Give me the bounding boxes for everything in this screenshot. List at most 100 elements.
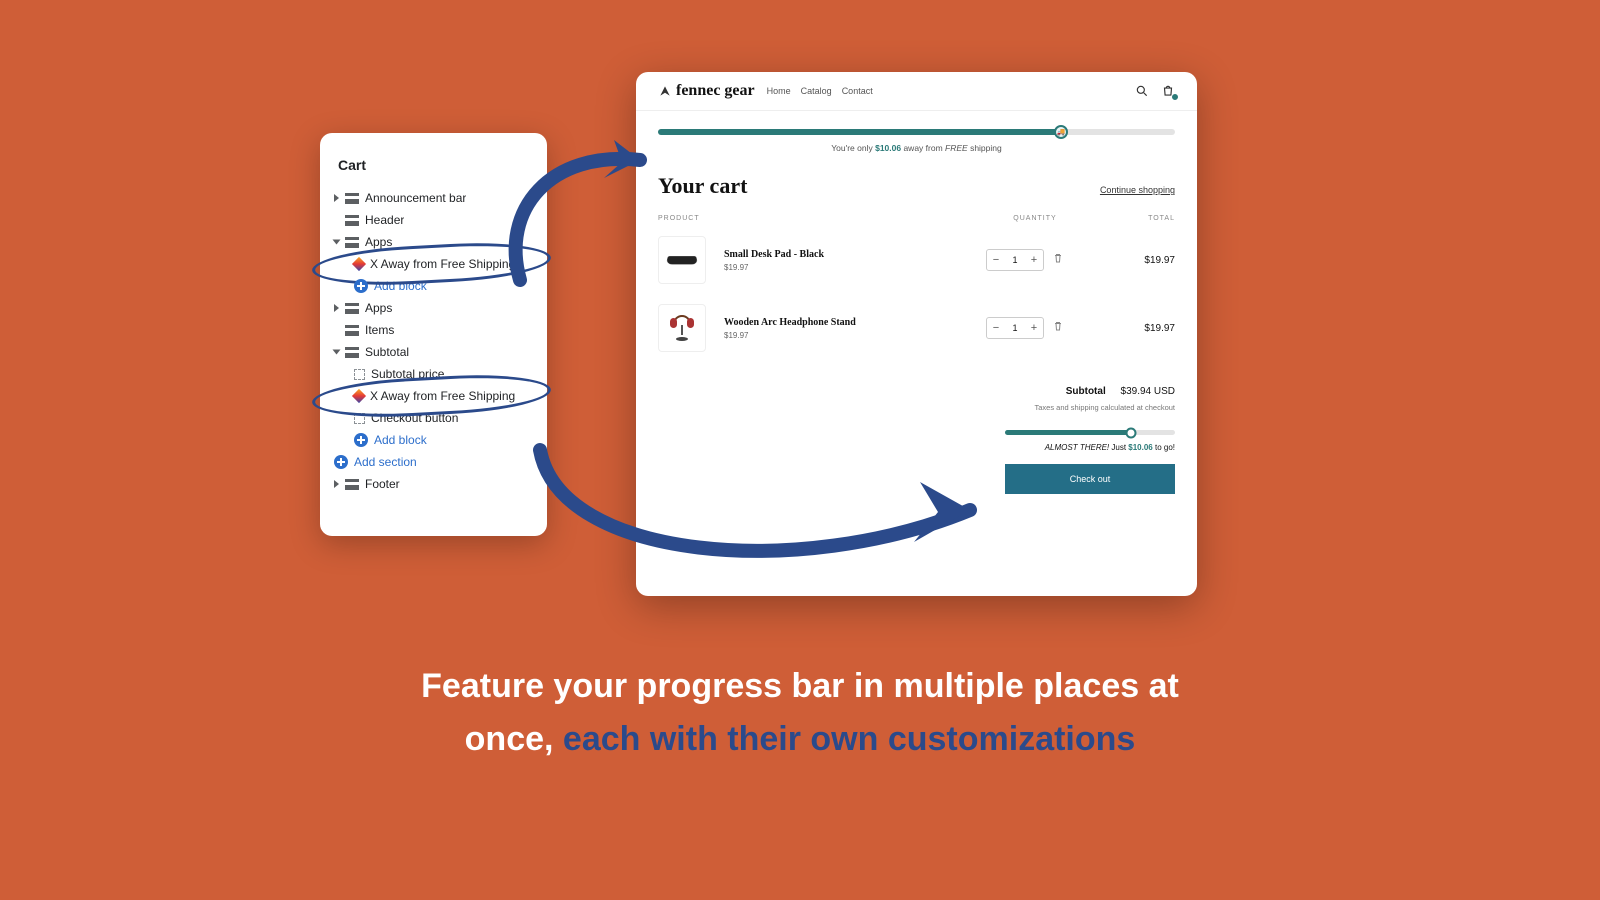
progress-fill [1005,430,1131,435]
block-subtotal-price[interactable]: Subtotal price [320,363,547,385]
qty-increase-button[interactable]: + [1025,322,1043,334]
col-total: TOTAL [1095,215,1175,222]
fox-icon [658,84,672,98]
product-unit-price: $19.97 [724,263,955,272]
section-label: Apps [365,301,392,315]
caption-sep: , [544,720,563,758]
caption-line-2b: each with their own customizations [563,720,1135,758]
product-thumb[interactable] [658,236,706,284]
block-checkout-button[interactable]: Checkout button [320,407,547,429]
progress-message-top: You're only $10.06 away from FREE shippi… [658,143,1175,153]
cart-columns: PRODUCT QUANTITY TOTAL [636,199,1197,226]
qty-value: 1 [1005,323,1025,333]
qty-value: 1 [1005,255,1025,265]
plus-circle-icon [334,455,348,469]
store-header: fennec gear Home Catalog Contact [636,72,1197,111]
qty-decrease-button[interactable]: − [987,254,1005,266]
qty-decrease-button[interactable]: − [987,322,1005,334]
msg-amount: $10.06 [875,143,901,153]
remove-item-button[interactable] [1052,319,1064,337]
section-label: Items [365,323,394,337]
nav-links: Home Catalog Contact [767,86,873,96]
truck-icon: 🚚 [1054,125,1068,139]
cart-heading-row: Your cart Continue shopping [636,159,1197,199]
remove-item-button[interactable] [1052,251,1064,269]
nav-catalog[interactable]: Catalog [801,86,832,96]
section-items[interactable]: Items [320,319,547,341]
cart-summary: Subtotal $39.94 USD Taxes and shipping c… [636,362,1197,510]
storefront-panel: fennec gear Home Catalog Contact 🚚 You'r… [636,72,1197,596]
caret-down-icon [333,350,341,355]
search-icon[interactable] [1135,84,1149,98]
msg-text: away from [901,143,945,153]
section-icon [345,303,359,314]
tax-note: Taxes and shipping calculated at checkou… [658,403,1175,412]
section-apps-1[interactable]: Apps [320,231,547,253]
section-header[interactable]: Header [320,209,547,231]
section-icon [345,237,359,248]
col-quantity: QUANTITY [975,215,1095,222]
progress-message-bottom: ALMOST THERE! Just $10.06 to go! [658,443,1175,452]
add-section-label: Add section [354,455,417,469]
theme-editor-panel: Cart Announcement bar Header Apps X Away… [320,133,547,536]
msg-text: Just [1109,443,1128,452]
block-icon [354,369,365,380]
product-name[interactable]: Small Desk Pad - Black [724,249,955,260]
plus-circle-icon [354,279,368,293]
quantity-stepper: − 1 + [986,317,1044,339]
section-announcement-bar[interactable]: Announcement bar [320,187,547,209]
product-name[interactable]: Wooden Arc Headphone Stand [724,317,955,328]
app-block-icon [352,389,366,403]
headphone-stand-art [673,315,691,341]
qty-increase-button[interactable]: + [1025,254,1043,266]
section-label: Header [365,213,404,227]
section-icon [345,479,359,490]
cart-icon[interactable] [1161,84,1175,98]
line-total: $19.97 [1095,255,1175,266]
block-label: X Away from Free Shipping [370,389,515,403]
app-block-icon [352,257,366,271]
section-label: Subtotal [365,345,409,359]
block-label: Checkout button [371,411,458,425]
checkout-button[interactable]: Check out [1005,464,1175,494]
block-x-away-1[interactable]: X Away from Free Shipping [320,253,547,275]
progress-knob-icon [1125,427,1136,438]
section-label: Announcement bar [365,191,466,205]
deskpad-art [666,256,698,264]
cart-badge [1171,93,1179,101]
section-apps-2[interactable]: Apps [320,297,547,319]
block-x-away-2[interactable]: X Away from Free Shipping [320,385,547,407]
product-thumb[interactable] [658,304,706,352]
col-product: PRODUCT [658,215,975,222]
section-footer[interactable]: Footer [320,473,547,495]
msg-text: shipping [968,143,1002,153]
nav-contact[interactable]: Contact [842,86,873,96]
cart-title: Your cart [658,173,747,199]
add-block-1[interactable]: Add block [320,275,547,297]
msg-em: FREE [945,143,968,153]
marketing-caption: Feature your progress bar in multiple pl… [0,660,1600,765]
brand-logo[interactable]: fennec gear [658,82,755,100]
product-unit-price: $19.97 [724,331,955,340]
nav-home[interactable]: Home [767,86,791,96]
progress-bar-bottom [1005,430,1175,435]
editor-title: Cart [320,157,547,187]
section-label: Apps [365,235,392,249]
section-subtotal[interactable]: Subtotal [320,341,547,363]
subtotal-row: Subtotal $39.94 USD [658,386,1175,397]
caption-line-2a: once [465,720,544,758]
add-section[interactable]: Add section [320,451,547,473]
caret-spacer [334,326,339,334]
caret-spacer [334,216,339,224]
block-label: Subtotal price [371,367,444,381]
subtotal-value: $39.94 USD [1121,386,1175,397]
section-icon [345,325,359,336]
caret-right-icon [334,194,339,202]
progress-fill [658,129,1061,135]
add-block-2[interactable]: Add block [320,429,547,451]
caption-line-1: Feature your progress bar in multiple pl… [421,667,1179,705]
continue-shopping-link[interactable]: Continue shopping [1100,185,1175,195]
msg-text: You're only [831,143,875,153]
section-label: Footer [365,477,400,491]
section-icon [345,215,359,226]
